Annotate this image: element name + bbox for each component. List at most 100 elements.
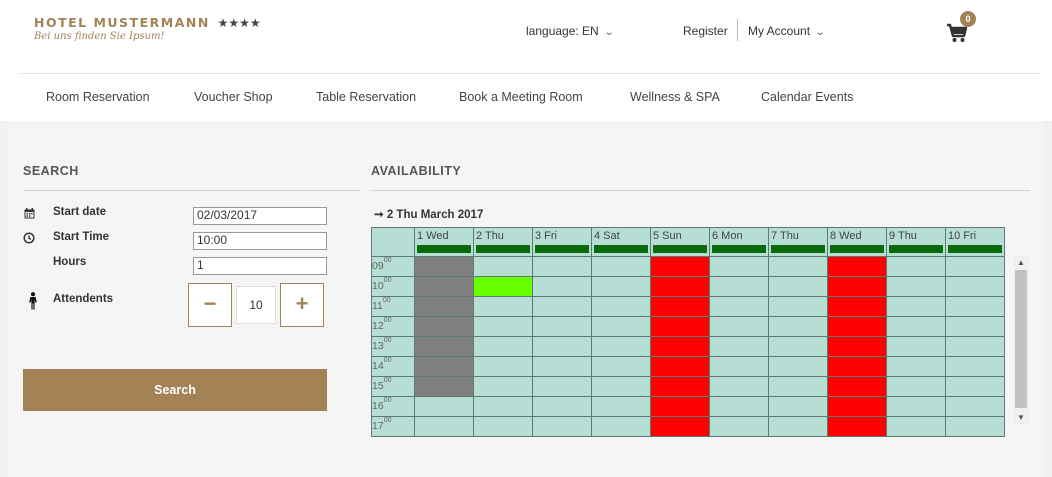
cart-button[interactable]: 0	[946, 11, 982, 44]
slot-cell-free[interactable]	[473, 356, 533, 377]
slot-cell-free[interactable]	[886, 356, 946, 377]
day-header[interactable]: 10 Fri	[945, 227, 1005, 257]
slot-cell-free[interactable]	[768, 296, 828, 317]
slot-cell-free[interactable]	[886, 336, 946, 357]
slot-cell-free[interactable]	[709, 316, 769, 337]
slot-cell-free[interactable]	[709, 276, 769, 297]
slot-cell-free[interactable]	[886, 376, 946, 397]
slot-cell-free[interactable]	[591, 416, 651, 437]
nav-book-meeting-room[interactable]: Book a Meeting Room	[459, 90, 583, 104]
slot-cell-free[interactable]	[709, 256, 769, 277]
slot-cell-free[interactable]	[768, 376, 828, 397]
hours-input[interactable]: 1	[193, 257, 327, 275]
scroll-down-arrow-icon[interactable]: ▼	[1013, 411, 1029, 425]
language-selector[interactable]: language: EN ⌄	[526, 24, 614, 38]
slot-cell-free[interactable]	[945, 416, 1005, 437]
slot-cell-free[interactable]	[414, 416, 474, 437]
day-header[interactable]: 4 Sat	[591, 227, 651, 257]
attendees-value[interactable]: 10	[236, 286, 276, 324]
slot-cell-free[interactable]	[473, 376, 533, 397]
slot-cell-free[interactable]	[532, 256, 592, 277]
slot-cell-free[interactable]	[591, 256, 651, 277]
slot-cell-free[interactable]	[886, 316, 946, 337]
slot-cell-free[interactable]	[532, 276, 592, 297]
nav-room-reservation[interactable]: Room Reservation	[46, 90, 150, 104]
day-header-label: 2 Thu	[476, 230, 504, 242]
my-account-menu[interactable]: My Account ⌄	[748, 24, 826, 38]
slot-cell-free[interactable]	[591, 276, 651, 297]
slot-cell-free[interactable]	[945, 276, 1005, 297]
slot-cell-free[interactable]	[591, 396, 651, 417]
slot-cell-free[interactable]	[473, 316, 533, 337]
nav-table-reservation[interactable]: Table Reservation	[316, 90, 416, 104]
slot-cell-free[interactable]	[768, 276, 828, 297]
slot-cell-free[interactable]	[473, 256, 533, 277]
slot-cell-free[interactable]	[945, 336, 1005, 357]
brand-logo[interactable]: HOTEL MUSTERMANN ★★★★ Bei uns finden Sie…	[34, 15, 261, 42]
slot-cell-free[interactable]	[886, 416, 946, 437]
nav-voucher-shop[interactable]: Voucher Shop	[194, 90, 273, 104]
slot-cell-free[interactable]	[709, 296, 769, 317]
slot-cell-free[interactable]	[945, 376, 1005, 397]
attendees-increment-button[interactable]: +	[280, 283, 324, 327]
slot-cell-free[interactable]	[886, 256, 946, 277]
slot-cell-free[interactable]	[768, 356, 828, 377]
slot-cell-free[interactable]	[532, 316, 592, 337]
slot-cell-closed	[827, 256, 887, 277]
day-header[interactable]: 1 Wed	[414, 227, 474, 257]
slot-cell-free[interactable]	[709, 376, 769, 397]
day-header[interactable]: 6 Mon	[709, 227, 769, 257]
grid-scrollbar-thumb[interactable]	[1015, 270, 1027, 408]
slot-cell-closed	[827, 296, 887, 317]
slot-cell-free[interactable]	[532, 296, 592, 317]
slot-cell-free[interactable]	[945, 256, 1005, 277]
slot-cell-free[interactable]	[473, 396, 533, 417]
start-date-input[interactable]: 02/03/2017	[193, 207, 327, 225]
slot-cell-free[interactable]	[591, 316, 651, 337]
slot-cell-free[interactable]	[945, 356, 1005, 377]
slot-cell-free[interactable]	[886, 296, 946, 317]
slot-cell-free[interactable]	[886, 396, 946, 417]
slot-cell-free[interactable]	[532, 416, 592, 437]
slot-cell-free[interactable]	[591, 336, 651, 357]
slot-cell-free[interactable]	[591, 296, 651, 317]
day-header[interactable]: 5 Sun	[650, 227, 710, 257]
slot-cell-free[interactable]	[768, 396, 828, 417]
day-header[interactable]: 3 Fri	[532, 227, 592, 257]
slot-cell-free[interactable]	[591, 376, 651, 397]
slot-cell-free[interactable]	[768, 336, 828, 357]
slot-cell-free[interactable]	[591, 356, 651, 377]
scroll-up-arrow-icon[interactable]: ▲	[1013, 256, 1029, 270]
day-header[interactable]: 7 Thu	[768, 227, 828, 257]
register-link[interactable]: Register	[683, 24, 728, 38]
slot-cell-free[interactable]	[532, 356, 592, 377]
slot-cell-free[interactable]	[532, 336, 592, 357]
day-header[interactable]: 8 Wed	[827, 227, 887, 257]
slot-cell-free[interactable]	[709, 336, 769, 357]
slot-cell-free[interactable]	[768, 256, 828, 277]
slot-cell-free[interactable]	[945, 296, 1005, 317]
nav-calendar-events[interactable]: Calendar Events	[761, 90, 853, 104]
start-time-label: Start Time	[53, 231, 110, 243]
slot-cell-free[interactable]	[473, 336, 533, 357]
slot-cell-free[interactable]	[945, 316, 1005, 337]
attendees-decrement-button[interactable]: −	[188, 283, 232, 327]
slot-cell-free[interactable]	[709, 356, 769, 377]
slot-cell-free[interactable]	[768, 316, 828, 337]
slot-cell-free[interactable]	[709, 396, 769, 417]
slot-cell-free[interactable]	[886, 276, 946, 297]
slot-cell-free[interactable]	[945, 396, 1005, 417]
slot-cell-free[interactable]	[532, 376, 592, 397]
slot-cell-free[interactable]	[473, 416, 533, 437]
slot-cell-free[interactable]	[414, 396, 474, 417]
slot-cell-free[interactable]	[768, 416, 828, 437]
nav-wellness-spa[interactable]: Wellness & SPA	[630, 90, 720, 104]
start-time-input[interactable]: 10:00	[193, 232, 327, 250]
slot-cell-free[interactable]	[532, 396, 592, 417]
day-header[interactable]: 2 Thu	[473, 227, 533, 257]
slot-cell-free[interactable]	[709, 416, 769, 437]
slot-cell-selected[interactable]	[473, 276, 533, 297]
slot-cell-free[interactable]	[473, 296, 533, 317]
day-header[interactable]: 9 Thu	[886, 227, 946, 257]
search-button[interactable]: Search	[23, 369, 327, 411]
